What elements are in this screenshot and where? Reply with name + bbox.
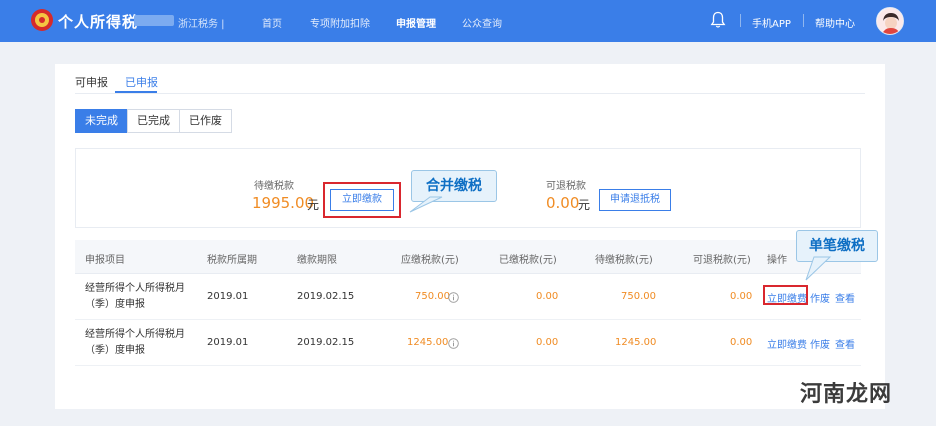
cell-paid: 0.00 — [536, 291, 559, 302]
cell-period: 2019.01 — [207, 291, 249, 302]
nav-public-query[interactable]: 公众查询 — [462, 15, 502, 30]
cell-pending: 1245.00 — [615, 337, 657, 348]
cell-deadline: 2019.02.15 — [297, 291, 355, 302]
callout-tail-icon — [409, 196, 443, 213]
top-header: 个人所得税 浙江税务 | 首页 专项附加扣除 申报管理 公众查询 手机APP 帮… — [0, 0, 936, 42]
tax-emblem-icon — [31, 9, 53, 31]
col-payable: 应缴税款(元) — [401, 255, 459, 266]
pay-now-link[interactable]: 立即缴费 — [767, 336, 807, 351]
main-card: 可申报 已申报 未完成 已完成 已作废 待缴税款 1995.00 元 立即缴款 … — [55, 64, 885, 409]
nav-declaration-management[interactable]: 申报管理 — [396, 15, 436, 30]
nav-home[interactable]: 首页 — [262, 15, 282, 30]
table-header: 申报项目 税款所属期 缴款期限 应缴税款(元) 已缴税款(元) 待缴税款(元) … — [75, 240, 861, 274]
col-deadline: 缴款期限 — [297, 255, 337, 266]
cell-payable: 750.00 — [415, 291, 450, 302]
col-item: 申报项目 — [85, 255, 125, 266]
watermark: 河南龙网 — [800, 382, 893, 407]
pay-now-button[interactable]: 立即缴款 — [330, 189, 394, 211]
header-divider — [803, 14, 804, 27]
refundable-tax-label: 可退税款 — [546, 181, 586, 192]
cell-deadline: 2019.02.15 — [297, 337, 355, 348]
cell-paid: 0.00 — [536, 337, 559, 348]
nav-special-deduction[interactable]: 专项附加扣除 — [310, 15, 370, 30]
info-icon[interactable] — [448, 338, 459, 349]
header-divider — [740, 14, 741, 27]
void-link[interactable]: 作废 — [810, 336, 830, 351]
view-link[interactable]: 查看 — [835, 290, 855, 305]
filter-completed[interactable]: 已完成 — [127, 109, 180, 133]
table-row: 经营所得个人所得税月（季）度申报 2019.01 2019.02.15 1245… — [75, 320, 861, 366]
mobile-app-link[interactable]: 手机APP — [752, 15, 791, 30]
apply-refund-button[interactable]: 申请退抵税 — [599, 189, 671, 211]
col-actions: 操作 — [767, 255, 787, 266]
cell-item: 经营所得个人所得税月（季）度申报 — [85, 329, 185, 356]
filter-incomplete[interactable]: 未完成 — [75, 109, 128, 133]
refundable-tax-unit: 元 — [578, 198, 591, 212]
cell-period: 2019.01 — [207, 337, 249, 348]
pay-now-link[interactable]: 立即缴费 — [767, 290, 807, 305]
table-row: 经营所得个人所得税月（季）度申报 2019.01 2019.02.15 750.… — [75, 274, 861, 320]
col-refundable: 可退税款(元) — [693, 255, 751, 266]
cell-item: 经营所得个人所得税月（季）度申报 — [85, 283, 185, 310]
bell-icon[interactable] — [710, 11, 726, 29]
user-avatar-icon — [877, 8, 903, 34]
help-center-link[interactable]: 帮助中心 — [815, 15, 855, 30]
cell-payable: 1245.00 — [407, 337, 449, 348]
callout-tail-icon — [805, 256, 832, 281]
refundable-tax-amount: 0.00 — [546, 194, 580, 212]
avatar[interactable] — [876, 7, 904, 35]
due-tax-amount: 1995.00 — [252, 194, 315, 212]
filter-voided[interactable]: 已作废 — [179, 109, 232, 133]
cell-pending: 750.00 — [621, 291, 656, 302]
void-link[interactable]: 作废 — [810, 290, 830, 305]
cell-refundable: 0.00 — [730, 337, 753, 348]
cell-refundable: 0.00 — [730, 291, 753, 302]
col-paid: 已缴税款(元) — [499, 255, 557, 266]
col-pending: 待缴税款(元) — [595, 255, 653, 266]
tab-divider — [75, 93, 865, 94]
tab-declarable[interactable]: 可申报 — [75, 74, 108, 90]
app-title: 个人所得税 — [58, 13, 139, 31]
due-tax-unit: 元 — [307, 198, 320, 212]
col-period: 税款所属期 — [207, 255, 257, 266]
due-tax-label: 待缴税款 — [254, 181, 294, 192]
region-label: 浙江税务 | — [178, 19, 225, 30]
view-link[interactable]: 查看 — [835, 336, 855, 351]
username-blurred — [134, 15, 174, 26]
info-icon[interactable] — [448, 292, 459, 303]
tab-declared[interactable]: 已申报 — [125, 74, 158, 90]
